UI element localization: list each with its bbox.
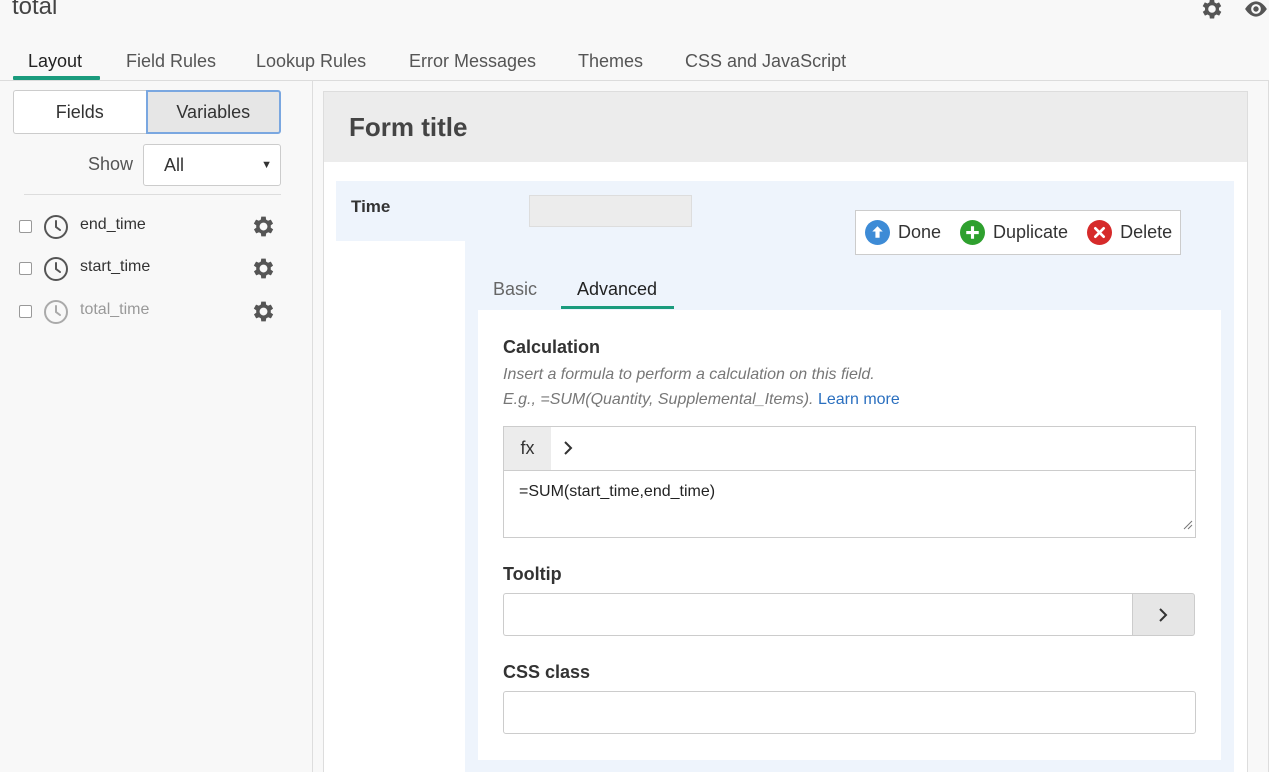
learn-more-link[interactable]: Learn more (818, 391, 900, 408)
main-tabs: Layout Field Rules Lookup Rules Error Me… (0, 46, 1269, 81)
css-class-label: CSS class (503, 662, 591, 682)
clock-icon (43, 214, 69, 245)
variable-row-total-time: total_time (0, 292, 300, 332)
variable-checkbox[interactable] (19, 305, 32, 318)
variable-name: end_time (80, 216, 146, 233)
show-filter-label: Show (88, 154, 134, 174)
variable-checkbox[interactable] (19, 262, 32, 275)
clock-icon (43, 256, 69, 287)
divider (24, 194, 281, 195)
form-title[interactable]: Form title (349, 112, 467, 143)
tab-layout[interactable]: Layout (28, 50, 82, 78)
tab-themes[interactable]: Themes (578, 50, 643, 78)
calculation-label: Calculation (503, 337, 601, 357)
fields-toggle-button[interactable]: Fields (13, 90, 146, 134)
formula-text: =SUM(start_time,end_time) (519, 483, 716, 500)
variable-checkbox[interactable] (19, 220, 32, 233)
fx-button[interactable]: fx (504, 427, 551, 470)
time-field-preview (529, 195, 692, 227)
variable-name: start_time (80, 258, 151, 275)
gear-icon[interactable] (250, 298, 277, 330)
variable-row-start-time: start_time (0, 249, 300, 289)
arrow-up-circle-icon (865, 220, 890, 245)
calculation-example-text: E.g., =SUM(Quantity, Supplemental_Items)… (503, 391, 814, 408)
chevron-right-icon[interactable] (560, 437, 578, 464)
fields-variables-toggle: Fields Variables (13, 90, 281, 134)
gear-icon[interactable] (1199, 0, 1225, 22)
formula-textarea[interactable]: =SUM(start_time,end_time) (503, 470, 1196, 538)
tab-advanced[interactable]: Advanced (577, 279, 657, 300)
gear-icon[interactable] (250, 255, 277, 287)
field-action-bar: Done Duplicate Delete (855, 210, 1181, 255)
variable-row-end-time: end_time (0, 207, 300, 247)
delete-button[interactable]: Delete (1087, 220, 1172, 245)
x-circle-icon (1087, 220, 1113, 245)
duplicate-button[interactable]: Duplicate (960, 220, 1068, 245)
calculation-hint: Insert a formula to perform a calculatio… (503, 366, 875, 383)
active-subtab-indicator (561, 306, 674, 309)
field-gutter (336, 241, 465, 772)
tab-css-and-javascript[interactable]: CSS and JavaScript (685, 50, 846, 78)
formula-toolbar: fx (503, 426, 1196, 471)
done-label: Done (898, 222, 942, 242)
resize-grip-icon[interactable] (1183, 517, 1193, 535)
tab-basic[interactable]: Basic (493, 279, 537, 300)
plus-circle-icon (960, 220, 986, 245)
header-icons (1199, 0, 1269, 22)
page-title: total (12, 0, 58, 20)
panel-separator (312, 80, 313, 772)
dropdown-caret-icon: ▼ (261, 159, 272, 171)
done-button[interactable]: Done (865, 220, 941, 245)
css-class-input[interactable] (503, 691, 1196, 734)
duplicate-label: Duplicate (993, 222, 1069, 242)
gear-icon[interactable] (250, 213, 277, 245)
eye-icon[interactable] (1243, 0, 1269, 22)
tab-field-rules[interactable]: Field Rules (126, 50, 216, 78)
clock-icon (43, 299, 69, 330)
tooltip-label: Tooltip (503, 564, 562, 584)
delete-label: Delete (1120, 222, 1173, 242)
show-filter-value: All (164, 154, 185, 175)
tooltip-input[interactable] (503, 593, 1133, 636)
show-filter-select[interactable]: All ▼ (143, 144, 281, 186)
calculation-example: E.g., =SUM(Quantity, Supplemental_Items)… (503, 391, 900, 409)
tab-error-messages[interactable]: Error Messages (409, 50, 536, 78)
field-label[interactable]: Time (351, 197, 390, 217)
tooltip-expand-button[interactable] (1132, 593, 1195, 636)
variable-name: total_time (80, 301, 150, 318)
chevron-right-icon (1158, 607, 1167, 622)
active-tab-indicator (13, 76, 100, 80)
variables-toggle-button[interactable]: Variables (145, 90, 281, 134)
tab-lookup-rules[interactable]: Lookup Rules (256, 50, 366, 78)
